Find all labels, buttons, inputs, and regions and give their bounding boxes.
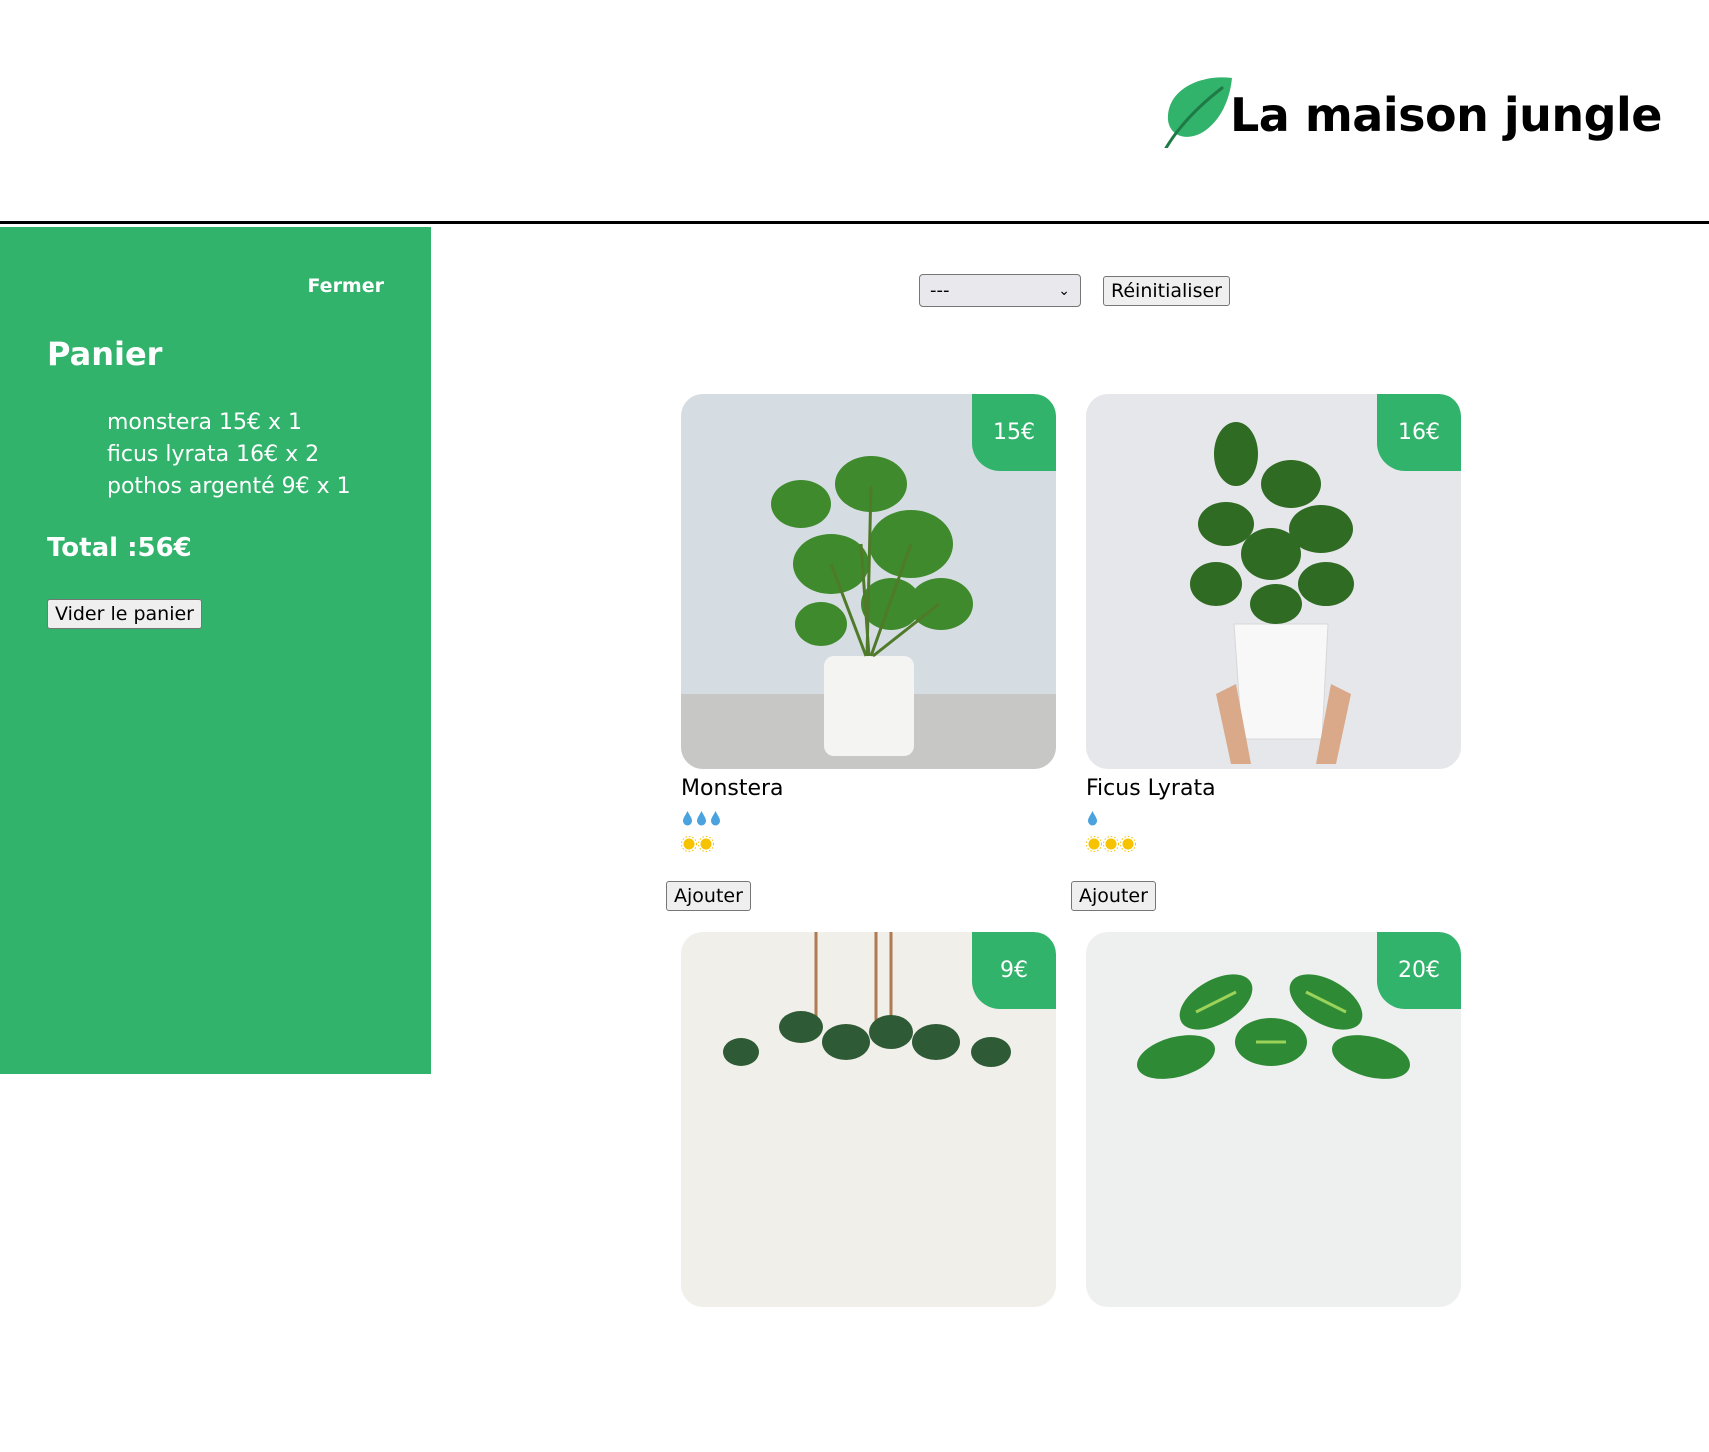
- water-scale: [681, 805, 1071, 831]
- water-scale: [1086, 805, 1476, 831]
- leaf-icon: [1164, 77, 1232, 148]
- plant-card-monstera[interactable]: 15€ Monstera Ajouter: [666, 394, 1071, 914]
- light-scale: [681, 831, 1071, 857]
- category-select-value: ---: [930, 280, 950, 301]
- cart-item: monstera 15€ x 1: [107, 410, 302, 435]
- add-to-cart-button[interactable]: Ajouter: [1071, 881, 1156, 911]
- cart-item: pothos argenté 9€ x 1: [107, 474, 351, 499]
- sun-icon: [1086, 836, 1102, 852]
- empty-cart-button[interactable]: Vider le panier: [47, 599, 202, 629]
- plant-name: Ficus Lyrata: [1086, 776, 1216, 801]
- cart-item-list: monstera 15€ x 1 ficus lyrata 16€ x 2 po…: [107, 407, 351, 503]
- plant-card-pothos[interactable]: 9€: [666, 932, 1071, 1452]
- sun-icon: [1120, 836, 1136, 852]
- price-badge: 20€: [1377, 932, 1461, 1009]
- cart-title: Panier: [47, 335, 163, 373]
- plant-cover-image: 16€: [1086, 394, 1461, 769]
- cart-item: ficus lyrata 16€ x 2: [107, 442, 320, 467]
- plant-cover-image: 20€: [1086, 932, 1461, 1307]
- plant-card-ficus-lyrata[interactable]: 16€ Ficus Lyrata Ajouter: [1071, 394, 1476, 914]
- price-badge: 9€: [972, 932, 1056, 1009]
- price-badge: 16€: [1377, 394, 1461, 471]
- price-badge: 15€: [972, 394, 1056, 471]
- water-drop-icon: [683, 811, 692, 826]
- reset-filter-button[interactable]: Réinitialiser: [1103, 275, 1230, 306]
- cart-total: Total :56€: [47, 533, 192, 563]
- water-drop-icon: [697, 811, 706, 826]
- sun-icon: [681, 836, 697, 852]
- plant-card-calathea[interactable]: 20€: [1071, 932, 1476, 1452]
- sun-icon: [1103, 836, 1119, 852]
- plant-cover-image: 15€: [681, 394, 1056, 769]
- category-select[interactable]: --- ⌄: [919, 274, 1081, 307]
- site-title: La maison jungle: [1229, 88, 1663, 142]
- plant-name: Monstera: [681, 776, 784, 801]
- sun-icon: [698, 836, 714, 852]
- water-drop-icon: [711, 811, 720, 826]
- plant-cover-image: 9€: [681, 932, 1056, 1307]
- close-cart-button[interactable]: Fermer: [307, 275, 384, 297]
- chevron-down-icon: ⌄: [1058, 282, 1070, 299]
- water-drop-icon: [1088, 811, 1097, 826]
- cart-panel: Fermer Panier monstera 15€ x 1 ficus lyr…: [0, 227, 431, 1074]
- light-scale: [1086, 831, 1476, 857]
- banner: La maison jungle: [0, 0, 1709, 224]
- plant-list: 15€ Monstera Ajouter 16€ Ficus Lyrata Aj…: [666, 394, 1486, 1452]
- add-to-cart-button[interactable]: Ajouter: [666, 881, 751, 911]
- category-filter: --- ⌄ Réinitialiser: [919, 274, 1230, 307]
